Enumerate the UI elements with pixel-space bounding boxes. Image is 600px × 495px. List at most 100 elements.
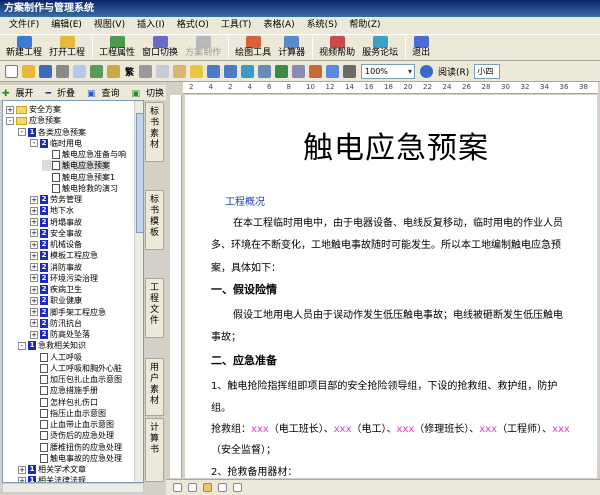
tree-node[interactable]: 烫伤后的应急处理 [30, 430, 114, 441]
search-button[interactable]: ▣ 查询 [87, 86, 126, 99]
expand-toggle-icon[interactable]: + [30, 285, 38, 294]
page-view-icon[interactable] [203, 483, 212, 492]
tree-node[interactable]: +2 防汛抗台 [30, 318, 82, 329]
tree-node[interactable]: 指压止血示意图 [30, 408, 106, 419]
expand-button[interactable]: ✚ 展开 [2, 86, 40, 99]
tree-node[interactable]: 人工呼吸和胸外心脏 [30, 363, 122, 374]
tree-node[interactable]: -1 各类应急预案 [18, 127, 86, 138]
menu-tools[interactable]: 工具(T) [215, 18, 258, 33]
expand-toggle-icon[interactable]: + [30, 330, 38, 339]
video-help-button[interactable]: 视频帮助 [317, 35, 357, 59]
tree-node[interactable]: +2 模板工程应急 [30, 250, 98, 261]
menu-help[interactable]: 帮助(Z) [343, 18, 386, 33]
exit-button[interactable]: 退出 [410, 35, 432, 59]
side-tab[interactable]: 工程文件 [145, 278, 164, 338]
open-project-button[interactable]: 打开工程 [47, 35, 87, 59]
undo-icon[interactable] [207, 64, 221, 78]
print-icon[interactable] [56, 64, 69, 78]
tree-vertical-scrollbar[interactable] [134, 101, 143, 482]
tree-node[interactable]: 人工呼吸 [30, 352, 82, 363]
preview-icon[interactable] [73, 64, 86, 78]
tree-node[interactable]: + 安全方案 [6, 104, 61, 115]
hyperlink-icon[interactable] [241, 64, 255, 78]
collapse-toggle-icon[interactable]: - [30, 139, 38, 148]
tree-node[interactable]: -1 急救相关知识 [18, 340, 86, 351]
show-marks-icon[interactable] [343, 64, 357, 78]
tree-node[interactable]: +2 机械设备 [30, 239, 82, 250]
spell-icon[interactable] [90, 64, 103, 78]
menu-view[interactable]: 视图(V) [88, 18, 131, 33]
research-icon[interactable] [107, 64, 120, 78]
collapse-button[interactable]: ━ 折叠 [46, 86, 81, 99]
tree-node[interactable]: +2 安全事故 [30, 228, 82, 239]
paste-icon[interactable] [173, 64, 187, 78]
tree-node[interactable]: +2 环境污染治理 [30, 273, 98, 284]
tree-scroll-thumb[interactable] [136, 113, 143, 233]
normal-view-icon[interactable] [173, 483, 182, 492]
tree-node[interactable]: +2 脚手架工程应急 [30, 307, 106, 318]
tree-node[interactable]: +2 地下水 [30, 205, 74, 216]
menu-table[interactable]: 表格(A) [257, 18, 300, 33]
cut-icon[interactable] [139, 64, 153, 78]
traditional-convert-button[interactable]: 繁 [125, 65, 134, 78]
expand-toggle-icon[interactable]: + [30, 251, 38, 260]
help-icon[interactable] [420, 64, 434, 78]
expand-toggle-icon[interactable]: + [30, 240, 38, 249]
columns-icon[interactable] [292, 64, 306, 78]
tree-node[interactable]: +2 坍塌事故 [30, 217, 82, 228]
expand-toggle-icon[interactable]: + [30, 274, 38, 283]
new-project-button[interactable]: 新建工程 [4, 35, 44, 59]
redo-icon[interactable] [224, 64, 238, 78]
tree-node[interactable]: +2 消防事故 [30, 262, 82, 273]
tree-horizontal-scrollbar[interactable] [2, 483, 144, 493]
expand-toggle-icon[interactable]: + [30, 263, 38, 271]
tree-node[interactable]: 触电事故的应急处理 [30, 453, 122, 464]
save-icon[interactable] [39, 64, 52, 78]
web-view-icon[interactable] [188, 483, 197, 492]
table-icon[interactable] [258, 64, 272, 78]
tree-node[interactable]: +2 劳务管理 [30, 194, 82, 205]
doc-map-icon[interactable] [326, 64, 340, 78]
switch-button[interactable]: ▣ 切换 [132, 86, 171, 99]
menu-edit[interactable]: 编辑(E) [45, 18, 88, 33]
menu-insert[interactable]: 插入(I) [131, 18, 171, 33]
side-tab[interactable]: 标书素材 [145, 102, 164, 162]
tree-node[interactable]: 腰椎扭伤的应急处理 [30, 442, 122, 453]
open-doc-icon[interactable] [22, 64, 35, 78]
tree-node[interactable]: 应急措施手册 [30, 385, 98, 396]
menu-format[interactable]: 格式(O) [171, 18, 215, 33]
tree-node[interactable]: 怎样包扎伤口 [30, 397, 98, 408]
outline-view-icon[interactable] [218, 483, 227, 492]
expand-toggle-icon[interactable]: + [30, 308, 38, 316]
read-mode-button[interactable]: 阅读(R) [435, 65, 472, 78]
font-size-select[interactable]: 小四 [474, 63, 501, 79]
tree-node[interactable]: 触电抢救的演习 [42, 183, 118, 194]
expand-toggle-icon[interactable]: + [30, 296, 38, 305]
excel-icon[interactable] [275, 64, 289, 78]
new-doc-icon[interactable] [5, 64, 18, 78]
menu-file[interactable]: 文件(F) [3, 18, 45, 33]
forum-button[interactable]: 服务论坛 [360, 35, 400, 59]
collapse-toggle-icon[interactable]: - [18, 128, 26, 136]
expand-toggle-icon[interactable]: + [30, 206, 38, 215]
tree-node[interactable]: 触电应急准备与响 [42, 149, 126, 160]
tree-node[interactable]: +1 相关法律法规 [18, 475, 86, 482]
zoom-select[interactable]: 100% [361, 63, 416, 79]
document-page[interactable]: 触电应急预案 工程概况 在本工程临时用电中，由于电器设备、电线反复移动，临时用电… [185, 95, 597, 478]
drawing-tool-button[interactable]: 绘图工具 [233, 35, 273, 59]
expand-toggle-icon[interactable]: + [6, 105, 14, 114]
tree-node[interactable]: - 应急预案 [6, 115, 61, 126]
expand-toggle-icon[interactable]: + [18, 465, 26, 474]
tree-node[interactable]: +1 相关学术文章 [18, 464, 86, 475]
expand-toggle-icon[interactable]: + [30, 319, 38, 328]
copy-icon[interactable] [156, 64, 170, 78]
expand-toggle-icon[interactable]: + [30, 218, 38, 226]
tree-node[interactable]: +2 防高处坠落 [30, 329, 90, 340]
side-tab[interactable]: 计算书 [145, 418, 164, 482]
format-painter-icon[interactable] [190, 64, 204, 78]
tree-node[interactable]: 触电应急预案1 [42, 172, 115, 183]
collapse-toggle-icon[interactable]: - [18, 341, 26, 350]
side-tab[interactable]: 标书模板 [145, 190, 164, 250]
reading-view-icon[interactable] [233, 483, 242, 492]
tree-node[interactable]: 触电应急预案 [42, 160, 110, 172]
